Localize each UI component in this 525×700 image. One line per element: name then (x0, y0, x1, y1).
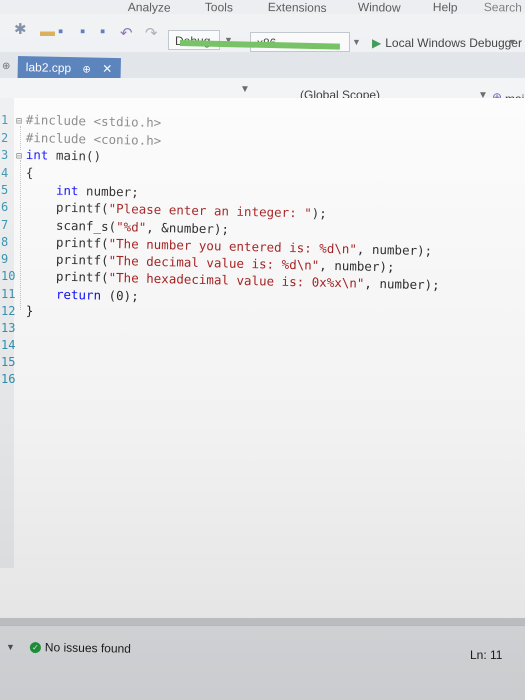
line-number: 3 (1, 148, 9, 162)
code-line-3: int main() (25, 147, 102, 164)
redo-icon[interactable]: ↷ (145, 26, 158, 41)
line-number: 11 (1, 287, 16, 301)
tab-lab2-cpp[interactable]: lab2.cpp ⊕ ✕ (17, 56, 121, 81)
line-number: 16 (1, 372, 16, 386)
menu-analyze[interactable]: Analyze (128, 0, 171, 15)
line-number: 7 (1, 218, 9, 232)
tab-filename: lab2.cpp (25, 60, 72, 76)
line-number: 14 (1, 338, 16, 352)
undo-icon[interactable]: ↶ (120, 26, 133, 41)
save-all-icon[interactable]: ▪ (80, 24, 85, 39)
code-line-11: return (0); (55, 286, 139, 304)
code-line-2: #include <conio.h> (25, 130, 162, 149)
line-number: 6 (1, 200, 9, 214)
issues-text: No issues found (44, 640, 132, 656)
save-all-icon-2[interactable]: ▪ (100, 24, 105, 39)
run-label: Local Windows Debugger (385, 36, 522, 50)
code-line-5: int number; (55, 182, 139, 200)
menu-window[interactable]: Window (358, 0, 401, 15)
chevron-down-icon[interactable]: ▼ (6, 643, 15, 652)
vs-editor-window: Analyze Tools Extensions Window Help Sea… (0, 0, 525, 700)
navigation-bar (0, 78, 525, 99)
code-line-12: } (25, 303, 34, 319)
line-number: 10 (1, 269, 16, 283)
line-number: 12 (1, 304, 16, 318)
play-icon: ▶ (372, 36, 382, 50)
new-project-icon[interactable]: ✱ (14, 22, 27, 37)
menu-bar: Analyze Tools Extensions Window Help Sea… (0, 0, 525, 15)
code-line-1: #include <stdio.h> (25, 112, 162, 131)
run-debugger-button[interactable]: ▶ Local Windows Debugger (372, 36, 522, 50)
line-number: 1 (1, 113, 9, 127)
line-number: 13 (1, 321, 16, 335)
issues-indicator[interactable]: ✓ No issues found (29, 640, 132, 656)
pin-icon[interactable]: ⊕ (2, 62, 10, 72)
chevron-down-icon[interactable]: ▼ (352, 38, 361, 47)
chevron-down-icon[interactable]: ▼ (508, 38, 517, 47)
open-folder-icon[interactable]: ▬ (40, 24, 55, 39)
line-number: 9 (1, 252, 9, 266)
pin-tab-icon[interactable]: ⊕ (82, 64, 91, 75)
line-number: 2 (1, 131, 9, 145)
check-circle-icon: ✓ (29, 642, 41, 654)
chevron-down-icon[interactable]: ▼ (240, 84, 250, 95)
line-number: 8 (1, 235, 9, 249)
line-number: 15 (1, 355, 16, 369)
menu-help[interactable]: Help (433, 0, 458, 14)
close-tab-icon[interactable]: ✕ (102, 62, 112, 76)
code-editor[interactable] (0, 98, 525, 618)
search-box[interactable]: Search (484, 0, 522, 15)
code-line-4: { (25, 165, 34, 181)
status-bar (0, 625, 525, 700)
line-number: 5 (1, 183, 9, 197)
line-position: Ln: 11 (470, 648, 503, 662)
save-icon[interactable]: ▪ (58, 24, 63, 39)
fold-guide (20, 126, 21, 150)
menu-extensions[interactable]: Extensions (268, 0, 327, 15)
menu-tools[interactable]: Tools (205, 0, 233, 14)
line-number: 4 (1, 166, 9, 180)
fold-guide (20, 160, 21, 310)
